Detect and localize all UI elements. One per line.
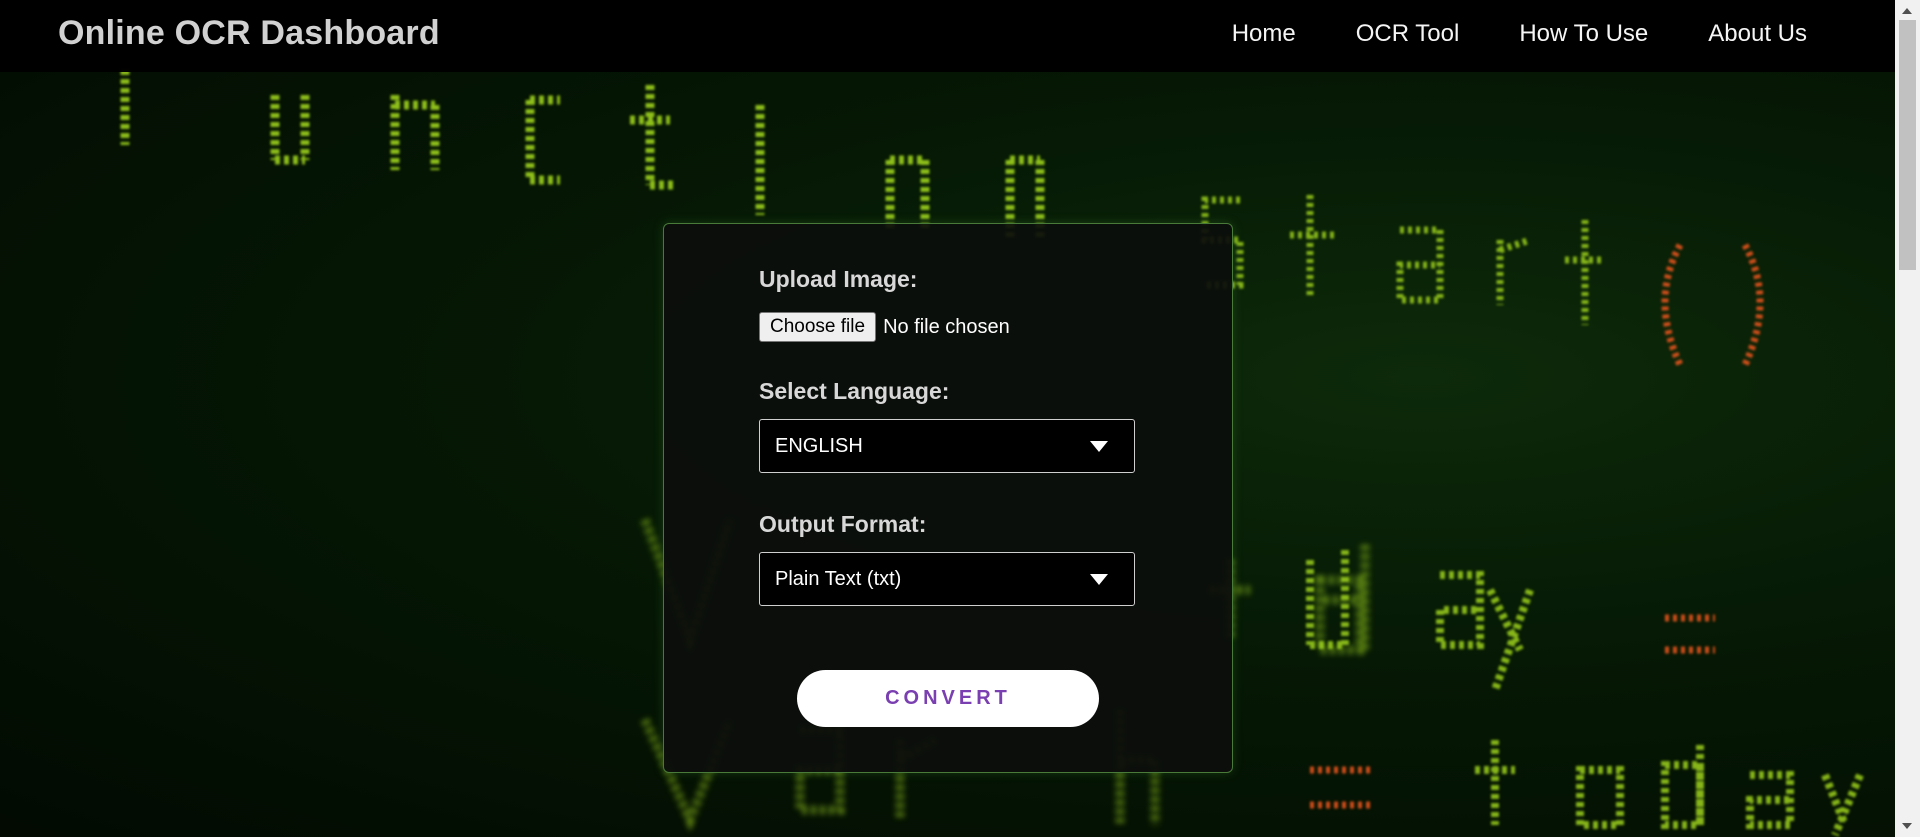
nav-link-ocr-tool[interactable]: OCR Tool (1356, 20, 1460, 48)
site-title: Online OCR Dashboard (58, 14, 440, 52)
language-select-value: ENGLISH (775, 435, 863, 457)
page-scrollbar[interactable] (1895, 0, 1920, 837)
nav-link-about-us[interactable]: About Us (1708, 20, 1807, 48)
output-format-select-value: Plain Text (txt) (775, 568, 902, 590)
chevron-down-icon (1090, 441, 1108, 452)
language-select[interactable]: ENGLISH (759, 419, 1135, 473)
nav-link-how-to-use[interactable]: How To Use (1519, 20, 1648, 48)
ocr-form-card: Upload Image: Choose file No file chosen… (663, 223, 1233, 773)
scroll-up-arrow-icon[interactable] (1902, 8, 1912, 14)
upload-image-label: Upload Image: (759, 266, 918, 292)
output-format-label: Output Format: (759, 511, 927, 537)
nav-link-home[interactable]: Home (1232, 20, 1296, 48)
scrollbar-thumb[interactable] (1899, 20, 1916, 270)
file-input[interactable]: Choose file No file chosen (759, 312, 1010, 342)
file-status-text: No file chosen (883, 315, 1010, 338)
navbar: Online OCR Dashboard Home OCR Tool How T… (0, 0, 1895, 72)
choose-file-button[interactable]: Choose file (759, 312, 877, 342)
convert-button[interactable]: CONVERT (797, 670, 1099, 727)
scroll-down-arrow-icon[interactable] (1902, 823, 1912, 829)
chevron-down-icon (1090, 574, 1108, 585)
select-language-label: Select Language: (759, 378, 950, 404)
nav-links: Home OCR Tool How To Use About Us (1232, 20, 1807, 48)
output-format-select[interactable]: Plain Text (txt) (759, 552, 1135, 606)
